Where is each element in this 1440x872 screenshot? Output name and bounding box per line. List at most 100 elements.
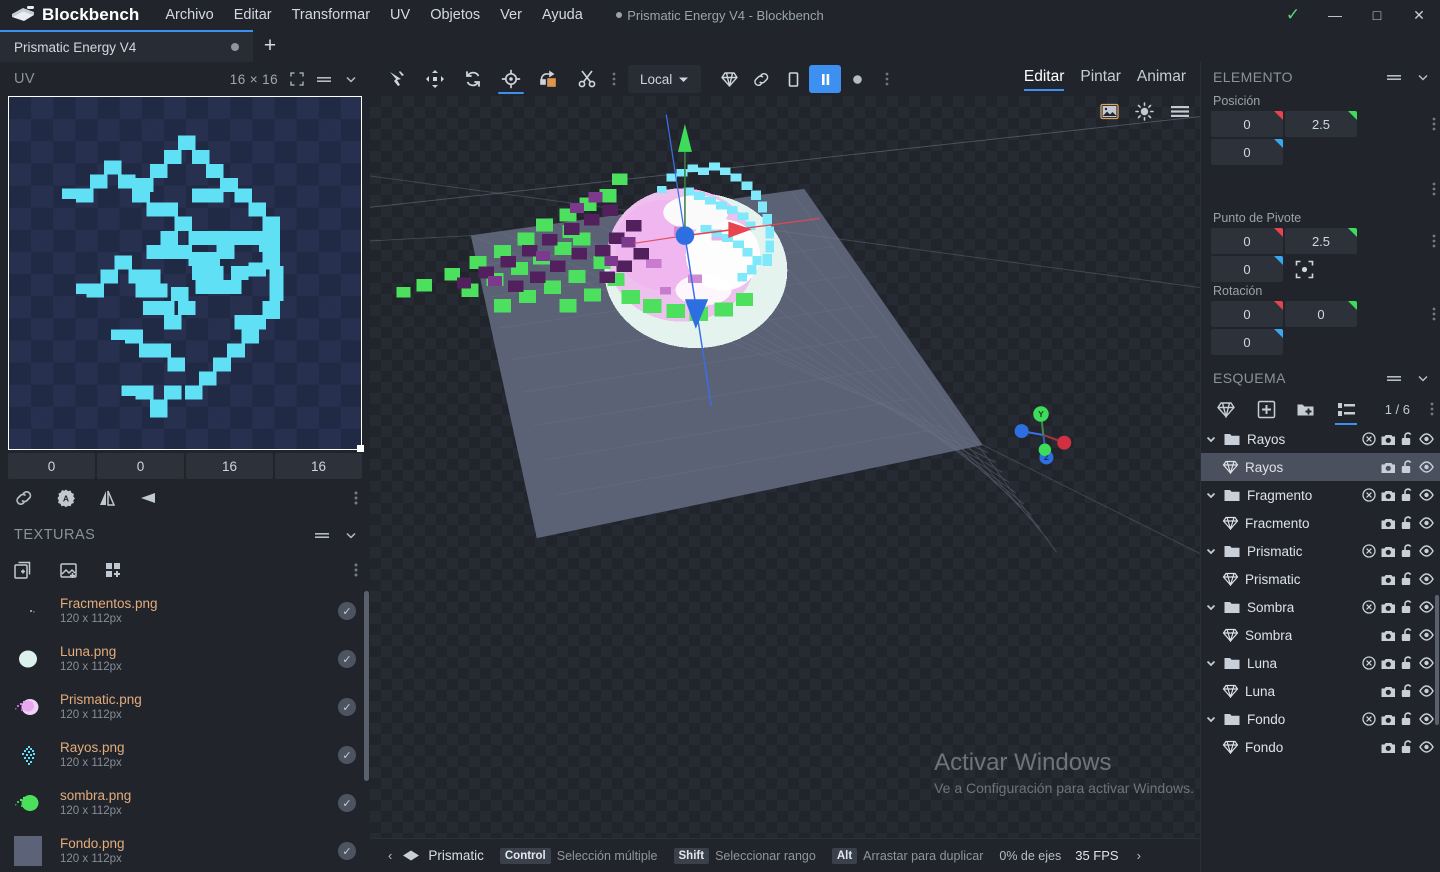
uv-canvas[interactable] bbox=[8, 96, 362, 450]
position-overflow-dots-icon[interactable] bbox=[1432, 116, 1436, 132]
eye-icon[interactable] bbox=[1419, 713, 1434, 725]
chevron-down-icon[interactable] bbox=[344, 72, 358, 86]
chevron-down-icon[interactable] bbox=[1201, 433, 1221, 445]
save-check-icon[interactable]: ✓ bbox=[1272, 0, 1314, 30]
close-button[interactable]: ✕ bbox=[1398, 0, 1440, 30]
eye-icon[interactable] bbox=[1419, 657, 1434, 669]
eye-icon[interactable] bbox=[1419, 601, 1434, 613]
add-tab-button[interactable]: + bbox=[253, 30, 287, 62]
unlock-icon[interactable] bbox=[1401, 684, 1414, 698]
uv-field-x[interactable]: 0 bbox=[8, 453, 95, 479]
eye-icon[interactable] bbox=[1419, 573, 1434, 585]
position-z-field[interactable]: 0 bbox=[1211, 139, 1283, 165]
texture-enabled-check-icon[interactable]: ✓ bbox=[338, 746, 356, 764]
export-icon[interactable] bbox=[1362, 656, 1376, 670]
camera-icon[interactable] bbox=[1381, 489, 1396, 502]
texture-enabled-check-icon[interactable]: ✓ bbox=[338, 602, 356, 620]
texture-item[interactable]: Prismatic.png 120 x 112px ✓ bbox=[0, 683, 370, 731]
chevron-down-icon[interactable] bbox=[1201, 489, 1221, 501]
chevron-down-icon[interactable] bbox=[1201, 545, 1221, 557]
outliner-element-row[interactable]: Fondo bbox=[1201, 733, 1440, 761]
camera-icon[interactable] bbox=[1381, 629, 1396, 642]
import-texture-icon[interactable] bbox=[59, 561, 78, 580]
outliner-chevron-down-icon[interactable] bbox=[1416, 371, 1430, 385]
camera-icon[interactable] bbox=[1381, 713, 1396, 726]
move-tool[interactable] bbox=[378, 62, 416, 96]
uv-field-width[interactable]: 16 bbox=[186, 453, 273, 479]
transform-space-select[interactable]: Local bbox=[628, 65, 702, 93]
minimize-button[interactable]: — bbox=[1314, 0, 1356, 30]
texture-item[interactable]: Fracmentos.png 120 x 112px ✓ bbox=[0, 587, 370, 635]
link-icon[interactable] bbox=[14, 489, 34, 507]
maximize-button[interactable]: □ bbox=[1356, 0, 1398, 30]
gem-icon[interactable] bbox=[1213, 396, 1239, 422]
unlock-icon[interactable] bbox=[1401, 432, 1414, 446]
texture-item[interactable]: Fondo.png 120 x 112px ✓ bbox=[0, 827, 370, 872]
statusbar-next-arrow[interactable]: › bbox=[1129, 848, 1149, 863]
unlock-icon[interactable] bbox=[1401, 740, 1414, 754]
chevron-down-icon[interactable] bbox=[1201, 601, 1221, 613]
unlock-icon[interactable] bbox=[1401, 488, 1414, 502]
pause-tool[interactable] bbox=[809, 65, 842, 93]
texture-enabled-check-icon[interactable]: ✓ bbox=[338, 698, 356, 716]
texture-item[interactable]: Rayos.png 120 x 112px ✓ bbox=[0, 731, 370, 779]
texture-item[interactable]: sombra.png 120 x 112px ✓ bbox=[0, 779, 370, 827]
pivot-overflow-dots-icon[interactable] bbox=[1432, 233, 1436, 249]
rotate-tool[interactable] bbox=[454, 62, 492, 96]
camera-icon[interactable] bbox=[1381, 433, 1396, 446]
uv-overflow-dots-icon[interactable] bbox=[354, 490, 358, 506]
texture-item[interactable]: Luna.png 120 x 112px ✓ bbox=[0, 635, 370, 683]
tab-pintar[interactable]: Pintar bbox=[1080, 68, 1121, 90]
mirror-horizontal-icon[interactable] bbox=[138, 490, 158, 506]
eye-icon[interactable] bbox=[1419, 741, 1434, 753]
uv-field-y[interactable]: 0 bbox=[97, 453, 184, 479]
unlock-icon[interactable] bbox=[1401, 460, 1414, 474]
export-icon[interactable] bbox=[1362, 488, 1376, 502]
outliner-group-row[interactable]: Fragmento bbox=[1201, 481, 1440, 509]
chevron-down-icon[interactable] bbox=[1201, 657, 1221, 669]
element-chevron-down-icon[interactable] bbox=[1416, 70, 1430, 84]
menu-objetos[interactable]: Objetos bbox=[420, 4, 490, 26]
rotation-x-field[interactable]: 0 bbox=[1211, 301, 1283, 327]
camera-icon[interactable] bbox=[1381, 685, 1396, 698]
outliner-group-row[interactable]: Luna bbox=[1201, 649, 1440, 677]
menu-editar[interactable]: Editar bbox=[224, 4, 282, 26]
textures-overflow-dots-icon[interactable] bbox=[354, 562, 358, 578]
texture-enabled-check-icon[interactable]: ✓ bbox=[338, 842, 356, 860]
eye-icon[interactable] bbox=[1419, 489, 1434, 501]
menu-lines-icon[interactable] bbox=[1170, 103, 1190, 120]
camera-icon[interactable] bbox=[1381, 741, 1396, 754]
outliner-element-row[interactable]: Rayos bbox=[1201, 453, 1440, 481]
pivot-tool[interactable] bbox=[492, 62, 530, 96]
element-menu-lines-icon[interactable] bbox=[1386, 70, 1402, 84]
position-x-field[interactable]: 0 bbox=[1211, 111, 1283, 137]
eye-icon[interactable] bbox=[1419, 433, 1434, 445]
texture-enabled-check-icon[interactable]: ✓ bbox=[338, 650, 356, 668]
eye-icon[interactable] bbox=[1419, 461, 1434, 473]
tab-editar[interactable]: Editar bbox=[1023, 68, 1064, 91]
create-blank-texture-icon[interactable] bbox=[104, 561, 123, 580]
uv-editor[interactable] bbox=[8, 96, 364, 452]
outliner-element-row[interactable]: Luna bbox=[1201, 677, 1440, 705]
menu-uv[interactable]: UV bbox=[380, 4, 420, 26]
export-icon[interactable] bbox=[1362, 432, 1376, 446]
outliner-scrollbar[interactable] bbox=[1435, 595, 1439, 725]
outliner-tree[interactable]: Rayos Rayos Fragmento Fracmento Prismati… bbox=[1201, 425, 1440, 872]
outliner-menu-lines-icon[interactable] bbox=[1386, 371, 1402, 385]
position-y-field[interactable]: 2.5 bbox=[1285, 111, 1357, 137]
texture-enabled-check-icon[interactable]: ✓ bbox=[338, 794, 356, 812]
image-icon[interactable] bbox=[1100, 103, 1119, 120]
rotation-overflow-dots-icon[interactable] bbox=[1432, 306, 1436, 322]
camera-icon[interactable] bbox=[1381, 461, 1396, 474]
eye-icon[interactable] bbox=[1419, 517, 1434, 529]
outliner-group-row[interactable]: Prismatic bbox=[1201, 537, 1440, 565]
outliner-element-row[interactable]: Sombra bbox=[1201, 621, 1440, 649]
toolbar-overflow-dots-icon[interactable] bbox=[606, 62, 622, 96]
sun-icon[interactable] bbox=[1135, 102, 1154, 121]
eye-icon[interactable] bbox=[1419, 629, 1434, 641]
record-tool[interactable] bbox=[841, 65, 873, 93]
camera-icon[interactable] bbox=[1381, 657, 1396, 670]
camera-icon[interactable] bbox=[1381, 517, 1396, 530]
eye-icon[interactable] bbox=[1419, 685, 1434, 697]
chevron-down-icon[interactable] bbox=[1201, 713, 1221, 725]
